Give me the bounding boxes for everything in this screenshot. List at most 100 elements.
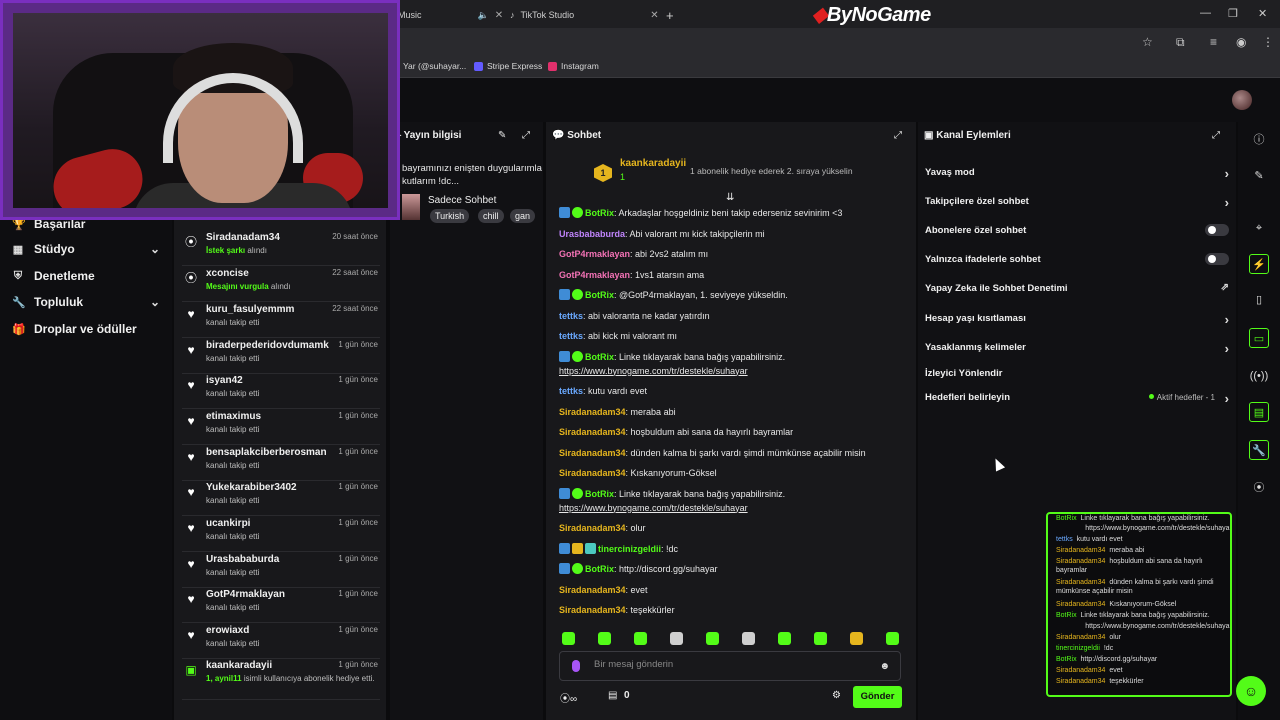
chat-username[interactable]: BotRix — [585, 290, 614, 300]
pause-scroll-icon[interactable]: ⇊ — [726, 192, 734, 203]
pinned-user[interactable]: kaankaradayii — [620, 158, 686, 169]
emote-icon[interactable] — [886, 632, 899, 645]
support-chat-button[interactable]: ☺ — [1236, 676, 1266, 706]
feed-username[interactable]: Siradanadam34 — [206, 232, 280, 243]
chat-username[interactable]: BotRix — [585, 564, 614, 574]
chat-username[interactable]: GotP4rmaklayan — [559, 270, 630, 280]
nav-denetleme[interactable]: ⛨ Denetleme — [12, 269, 160, 283]
scan-icon[interactable]: ⌖ — [1249, 218, 1269, 238]
chat-username[interactable]: tettks — [559, 331, 583, 341]
document-icon[interactable]: ▯ — [1249, 290, 1269, 310]
edit-icon[interactable]: ✎ — [1249, 166, 1269, 186]
feed-username[interactable]: biraderpederidovdumamk — [206, 340, 329, 351]
chat-username[interactable]: Siradanadam34 — [559, 523, 626, 533]
popout-icon[interactable]: ⤢ — [1212, 130, 1220, 141]
feed-username[interactable]: kuru_fasulyemmm — [206, 304, 294, 315]
media-icon[interactable]: ≡ — [1210, 35, 1217, 49]
tab-music[interactable]: Music 🔈 ✕ — [398, 4, 503, 26]
feed-username[interactable]: xconcise — [206, 268, 249, 279]
chat-username[interactable]: Siradanadam34 — [559, 468, 626, 478]
feed-item[interactable]: ♥ GotP4rmaklayan 1 gün önce kanalı takip et… — [182, 589, 380, 623]
feed-item[interactable]: ▣ kaankaradayii 1 gün önce 1, aynil11 isiml… — [182, 660, 380, 700]
nav-droplar[interactable]: 🎁 Droplar ve ödüller — [12, 322, 160, 336]
chat-username[interactable]: Siradanadam34 — [559, 605, 626, 615]
chat-username[interactable]: Siradanadam34 — [559, 407, 626, 417]
maximize-icon[interactable]: ❐ — [1228, 7, 1238, 20]
tag[interactable]: chill — [478, 209, 504, 223]
popout-icon[interactable]: ⤢ — [894, 130, 902, 141]
points-icon[interactable]: ⦿ — [1249, 478, 1269, 498]
action-item[interactable]: Takipçilere özel sohbet › — [925, 195, 1229, 210]
tag[interactable]: Turkish — [430, 209, 470, 223]
tag[interactable]: gan — [510, 209, 536, 223]
popout-icon[interactable]: ⤢ — [522, 130, 530, 141]
feed-item[interactable]: ♥ erowiaxd 1 gün önce kanalı takip etti — [182, 625, 380, 659]
avatar[interactable] — [1232, 90, 1252, 110]
new-tab-button[interactable]: + — [666, 4, 674, 26]
chat-icon[interactable]: ▭ — [1249, 328, 1269, 348]
action-item[interactable]: Yasaklanmış kelimeler › — [925, 341, 1229, 356]
bookmark-yar[interactable]: Yar (@suhayar... — [403, 61, 466, 71]
action-item[interactable]: Yapay Zeka ile Sohbet Denetimi ⇗ — [925, 282, 1229, 294]
bookmark-instagram[interactable]: Instagram — [548, 61, 599, 71]
bookmark-stripe[interactable]: Stripe Express — [474, 61, 542, 71]
mic-icon[interactable] — [572, 660, 580, 672]
feed-item[interactable]: ♥ kuru_fasulyemmm 22 saat önce kanalı takip… — [182, 304, 380, 338]
emote-icon[interactable] — [598, 632, 611, 645]
chat-username[interactable]: BotRix — [585, 352, 614, 362]
chat-link[interactable]: https://www.bynogame.com/tr/destekle/suh… — [559, 503, 748, 513]
action-item[interactable]: Hedefleri belirleyin Aktif hedefler - 1 › — [925, 391, 1229, 406]
nav-studyo[interactable]: ▦ Stüdyo ⌄ — [12, 242, 160, 256]
close-window-icon[interactable]: ✕ — [1258, 7, 1267, 20]
star-icon[interactable]: ☆ — [1142, 35, 1153, 49]
toggle-switch[interactable] — [1205, 224, 1229, 236]
audio-icon[interactable]: 🔈 — [478, 10, 489, 21]
edit-icon[interactable]: ✎ — [498, 130, 506, 141]
chat-username[interactable]: Siradanadam34 — [559, 448, 626, 458]
category-thumbnail[interactable] — [402, 194, 420, 220]
chat-username[interactable]: BotRix — [585, 208, 614, 218]
chat-username[interactable]: Siradanadam34 — [559, 427, 626, 437]
points-icon[interactable]: ⦿∞ — [560, 690, 577, 705]
nav-topluluk[interactable]: 🔧 Topluluk ⌄ — [12, 295, 160, 309]
feed-item[interactable]: ⦿ Siradanadam34 20 saat önce İstek şarkı al… — [182, 232, 380, 266]
feed-username[interactable]: kaankaradayii — [206, 660, 272, 671]
category-name[interactable]: Sadece Sohbet — [428, 195, 496, 206]
feed-item[interactable]: ♥ Urasbababurda 1 gün önce kanalı takip ett… — [182, 554, 380, 588]
chat-username[interactable]: tettks — [559, 311, 583, 321]
feed-item[interactable]: ♥ bensaplakciberberosman 1 gün önce kanalı … — [182, 447, 380, 481]
feed-item[interactable]: ♥ etimaximus 1 gün önce kanalı takip etti — [182, 411, 380, 445]
action-item[interactable]: Yavaş mod › — [925, 166, 1229, 181]
tab-tiktok-studio[interactable]: ♪ TikTok Studio ✕ — [510, 4, 659, 26]
chat-username[interactable]: Urasbababurda — [559, 229, 625, 239]
chat-username[interactable]: Siradanadam34 — [559, 585, 626, 595]
emote-icon[interactable] — [814, 632, 827, 645]
send-button[interactable]: Gönder — [853, 686, 902, 708]
feed-username[interactable]: Urasbababurda — [206, 554, 279, 565]
action-item[interactable]: İzleyici Yönlendir — [925, 368, 1229, 379]
feed-username[interactable]: erowiaxd — [206, 625, 249, 636]
emote-icon[interactable] — [562, 632, 575, 645]
drops-icon[interactable]: ▤ — [608, 690, 617, 701]
feed-username[interactable]: Yukekarabiber3402 — [206, 482, 297, 493]
profile-icon[interactable]: ◉ — [1236, 35, 1246, 49]
action-item[interactable]: Abonelere özel sohbet — [925, 224, 1229, 236]
emote-icon[interactable] — [634, 632, 647, 645]
emoji-icon[interactable]: ☻ — [879, 661, 890, 672]
wrench-icon[interactable]: 🔧 — [1249, 440, 1269, 460]
chat-username[interactable]: GotP4rmaklayan — [559, 249, 630, 259]
chat-username[interactable]: tettks — [559, 386, 583, 396]
drops-icon[interactable]: ▤ — [1249, 402, 1269, 422]
chat-input[interactable] — [594, 659, 874, 670]
feed-item[interactable]: ⦿ xconcise 22 saat önce Mesajını vurgula al… — [182, 268, 380, 302]
chat-link[interactable]: https://www.bynogame.com/tr/destekle/suh… — [559, 366, 748, 376]
lightning-icon[interactable]: ⚡ — [1249, 254, 1269, 274]
toggle-switch[interactable] — [1205, 253, 1229, 265]
emote-icon[interactable] — [706, 632, 719, 645]
emote-icon[interactable] — [742, 632, 755, 645]
feed-username[interactable]: GotP4rmaklayan — [206, 589, 285, 600]
emote-icon[interactable] — [778, 632, 791, 645]
action-item[interactable]: Yalnızca ifadelerle sohbet — [925, 253, 1229, 265]
feed-item[interactable]: ♥ isyan42 1 gün önce kanalı takip etti — [182, 375, 380, 409]
action-item[interactable]: Hesap yaşı kısıtlaması › — [925, 312, 1229, 327]
